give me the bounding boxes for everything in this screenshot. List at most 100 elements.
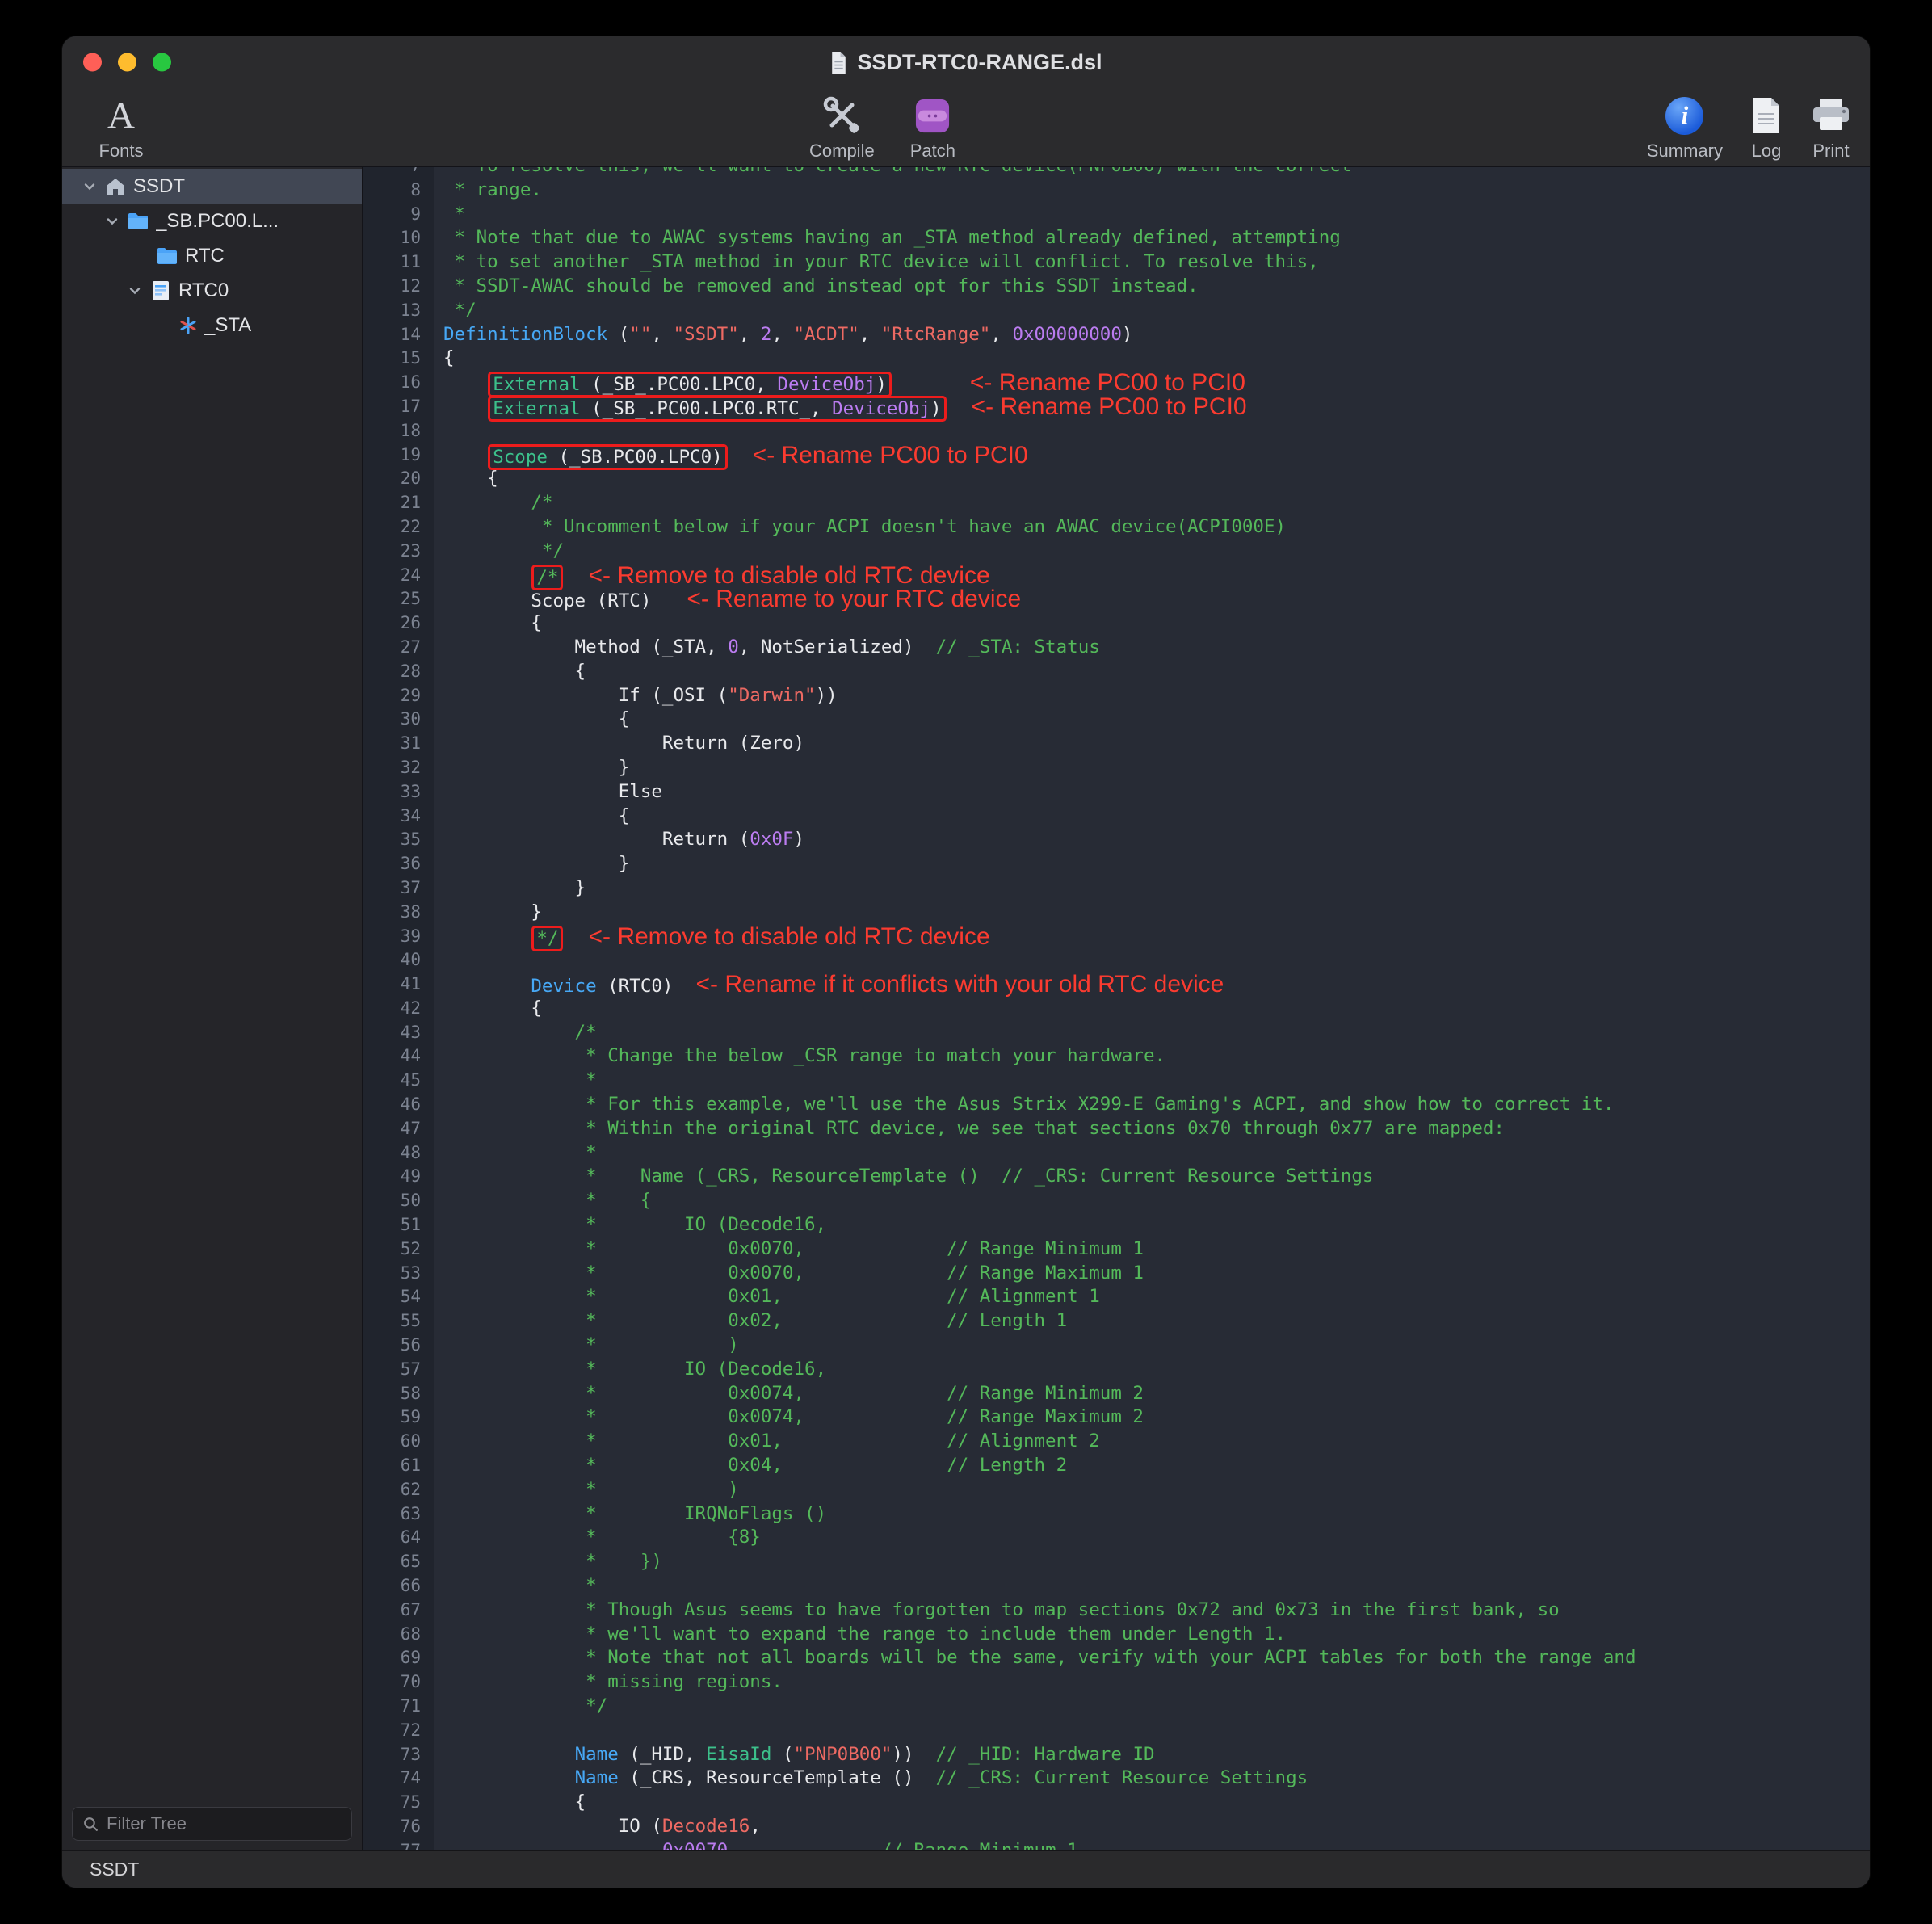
sidebar-item-sta[interactable]: _STA bbox=[62, 308, 362, 342]
line-number: 65 bbox=[363, 1550, 434, 1574]
code-line: 75 { bbox=[363, 1791, 1870, 1815]
red-highlight-box: Scope (_SB.PC00.LPC0) bbox=[490, 447, 724, 468]
minimize-button[interactable] bbox=[118, 53, 136, 72]
sidebar-item-sb-pc00[interactable]: _SB.PC00.L... bbox=[62, 204, 362, 238]
code-token: * Note that due to AWAC systems having a… bbox=[443, 227, 1341, 248]
zoom-button[interactable] bbox=[153, 53, 171, 72]
code-token: { bbox=[443, 661, 586, 682]
code-token: Name bbox=[575, 1767, 630, 1788]
code-editor[interactable]: 7 * To resolve this, we'll want to creat… bbox=[363, 167, 1870, 1850]
line-number: 28 bbox=[363, 660, 434, 684]
code-token: * IO (Decode16, bbox=[443, 1214, 826, 1235]
code-token: { bbox=[443, 347, 455, 368]
navigation-tree: SSDT _SB.PC00.L... bbox=[62, 167, 362, 1799]
code-line: 77 0x0070, // Range Minimum 1 bbox=[363, 1839, 1870, 1850]
code-line: 64 * {8} bbox=[363, 1526, 1870, 1550]
code-token: * 0x0074, // Range Maximum 2 bbox=[443, 1406, 1144, 1427]
code-token: , bbox=[990, 324, 1012, 345]
code-token: IO ( bbox=[443, 1816, 662, 1837]
code-token: /* bbox=[536, 567, 558, 588]
summary-info-icon: i bbox=[1665, 97, 1703, 135]
code-token: * {8} bbox=[443, 1527, 761, 1548]
code-token: * bbox=[443, 204, 465, 225]
title-bar[interactable]: SSDT-RTC0-RANGE.dsl bbox=[62, 36, 1870, 88]
line-number: 11 bbox=[363, 250, 434, 275]
line-number: 13 bbox=[363, 299, 434, 323]
code-token: External bbox=[493, 398, 591, 419]
code-token: * ) bbox=[443, 1479, 739, 1500]
log-button[interactable]: Log bbox=[1750, 93, 1783, 162]
code-line: 52 * 0x0070, // Range Minimum 1 bbox=[363, 1237, 1870, 1262]
line-number: 12 bbox=[363, 275, 434, 299]
code-token: If (_OSI ( bbox=[443, 685, 728, 706]
line-number: 38 bbox=[363, 901, 434, 925]
printer-icon bbox=[1810, 97, 1852, 134]
code-line: 76 IO (Decode16, bbox=[363, 1815, 1870, 1839]
code-token: )) bbox=[816, 685, 838, 706]
red-annotation: <- Rename PC00 to PCI0 bbox=[753, 442, 1028, 468]
code-token: * IO (Decode16, bbox=[443, 1359, 826, 1380]
sidebar-item-ssdt[interactable]: SSDT bbox=[62, 169, 362, 204]
log-document-icon bbox=[1750, 96, 1783, 135]
red-annotation: <- Remove to disable old RTC device bbox=[588, 923, 989, 950]
close-button[interactable] bbox=[83, 53, 102, 72]
code-token: , bbox=[750, 1816, 761, 1837]
summary-button[interactable]: i Summary bbox=[1647, 93, 1723, 162]
line-number: 50 bbox=[363, 1189, 434, 1213]
print-button[interactable]: Print bbox=[1810, 93, 1852, 162]
line-number: 21 bbox=[363, 491, 434, 515]
chevron-down-icon bbox=[82, 179, 98, 195]
code-token: * Within the original RTC device, we see… bbox=[443, 1118, 1505, 1139]
code-line: 56 * ) bbox=[363, 1334, 1870, 1358]
code-token: ) bbox=[876, 374, 887, 395]
filter-field[interactable] bbox=[72, 1807, 352, 1841]
line-number: 49 bbox=[363, 1165, 434, 1189]
code-line: 71 */ bbox=[363, 1695, 1870, 1719]
code-line: 29 If (_OSI ("Darwin")) bbox=[363, 684, 1870, 708]
code-token: { bbox=[443, 708, 629, 729]
code-token: */ bbox=[443, 1695, 607, 1716]
code-token: * Change the below _CSR range to match y… bbox=[443, 1045, 1166, 1066]
code-line: 8 * range. bbox=[363, 179, 1870, 203]
line-number: 30 bbox=[363, 708, 434, 732]
code-token: Return ( bbox=[443, 829, 750, 850]
code-line: 33 Else bbox=[363, 780, 1870, 804]
code-line: 25 Scope (RTC)<- Rename to your RTC devi… bbox=[363, 587, 1870, 611]
patch-button[interactable]: Patch bbox=[910, 93, 956, 162]
code-token: DeviceObj bbox=[832, 398, 930, 419]
code-token: * 0x04, // Length 2 bbox=[443, 1455, 1067, 1476]
code-token: * bbox=[443, 1142, 597, 1163]
code-line: 38 } bbox=[363, 901, 1870, 925]
code-line: 73 Name (_HID, EisaId ("PNP0B00")) // _H… bbox=[363, 1743, 1870, 1767]
compile-button[interactable]: Compile bbox=[809, 93, 875, 162]
line-number: 73 bbox=[363, 1743, 434, 1767]
code-token bbox=[443, 1840, 662, 1850]
code-line: 9 * bbox=[363, 203, 1870, 227]
code-line: 26 { bbox=[363, 611, 1870, 636]
code-line: 47 * Within the original RTC device, we … bbox=[363, 1117, 1870, 1141]
red-annotation: <- Rename PC00 to PCI0 bbox=[972, 393, 1247, 420]
code-line: 14DefinitionBlock ("", "SSDT", 2, "ACDT"… bbox=[363, 323, 1870, 347]
code-line: 20 { bbox=[363, 467, 1870, 491]
code-token: EisaId bbox=[706, 1744, 783, 1765]
code-line: 18 bbox=[363, 419, 1870, 443]
code-line: 16 External (_SB_.PC00.LPC0, DeviceObj)<… bbox=[363, 371, 1870, 395]
fonts-button[interactable]: A Fonts bbox=[85, 93, 158, 162]
filter-input[interactable] bbox=[107, 1813, 342, 1834]
code-token bbox=[443, 567, 531, 588]
code-line: 63 * IRQNoFlags () bbox=[363, 1502, 1870, 1527]
tree-item-label: RTC0 bbox=[178, 279, 229, 302]
line-number: 40 bbox=[363, 948, 434, 973]
code-line: 34 { bbox=[363, 804, 1870, 829]
sidebar-item-rtc[interactable]: RTC bbox=[62, 238, 362, 273]
code-token: "" bbox=[629, 324, 651, 345]
line-number: 34 bbox=[363, 804, 434, 829]
code-token: { bbox=[443, 1792, 586, 1813]
code-line: 24 /*<- Remove to disable old RTC device bbox=[363, 564, 1870, 588]
code-token bbox=[443, 976, 531, 997]
line-number: 24 bbox=[363, 564, 434, 588]
code-line: 60 * 0x01, // Alignment 2 bbox=[363, 1430, 1870, 1454]
code-line: 7 * To resolve this, we'll want to creat… bbox=[363, 167, 1870, 179]
red-annotation: <- Rename if it conflicts with your old … bbox=[695, 971, 1224, 998]
sidebar-item-rtc0[interactable]: RTC0 bbox=[62, 273, 362, 308]
